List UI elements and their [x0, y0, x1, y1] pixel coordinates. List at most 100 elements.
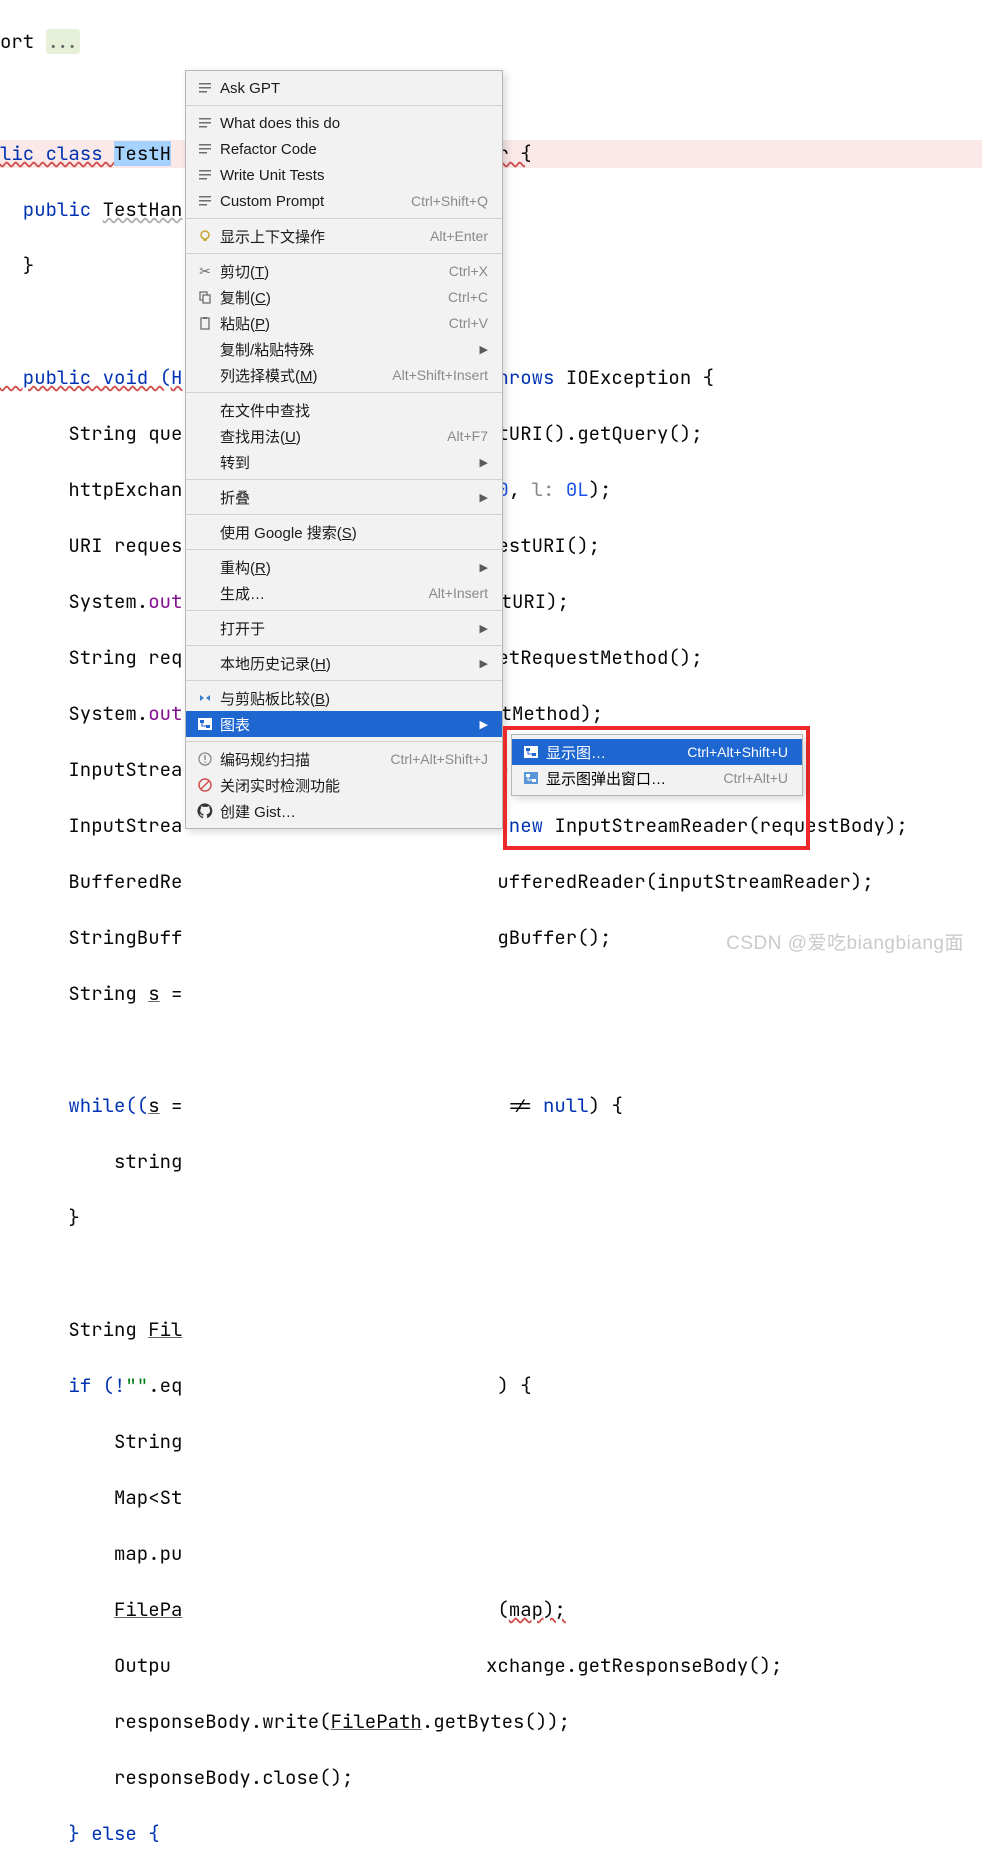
selection: TestH	[114, 141, 171, 166]
diagram-submenu[interactable]: 显示图…Ctrl+Alt+Shift+U显示图弹出窗口…Ctrl+Alt+U	[511, 734, 803, 796]
menu-label: 打开于	[216, 618, 472, 639]
menu-label: 编码规约扫描	[216, 749, 390, 770]
bulb-icon	[194, 228, 216, 244]
github-icon	[194, 803, 216, 819]
ctx-item-11[interactable]: 粘贴(P)Ctrl+V	[186, 310, 502, 336]
ctx-item-4[interactable]: Write Unit Tests	[186, 162, 502, 188]
submenu-arrow-icon: ▶	[480, 456, 488, 469]
ctx-item-19[interactable]: 折叠 ▶	[186, 484, 502, 510]
separator	[186, 392, 502, 393]
ctx-item-17[interactable]: 转到 ▶	[186, 449, 502, 475]
menu-label: 剪切(T)	[216, 261, 449, 282]
shortcut: Alt+Shift+Insert	[392, 367, 488, 383]
ctx-item-33[interactable]: 编码规约扫描Ctrl+Alt+Shift+J	[186, 746, 502, 772]
separator	[186, 741, 502, 742]
menu-label: 粘贴(P)	[216, 313, 449, 334]
ctx-item-34[interactable]: 关闭实时检测功能	[186, 772, 502, 798]
paste-icon	[194, 315, 216, 331]
menu-label: 关闭实时检测功能	[216, 775, 488, 796]
code-text: ort	[0, 29, 46, 54]
menu-label: 显示图…	[542, 742, 687, 763]
separator	[186, 549, 502, 550]
menu-label: What does this do	[216, 115, 488, 132]
shortcut: Ctrl+V	[449, 315, 488, 331]
sub-item-0[interactable]: 显示图…Ctrl+Alt+Shift+U	[512, 739, 802, 765]
menu-label: Refactor Code	[216, 141, 488, 158]
menu-label: 创建 Gist…	[216, 801, 488, 822]
separator	[186, 680, 502, 681]
sub-item-1[interactable]: 显示图弹出窗口…Ctrl+Alt+U	[512, 765, 802, 791]
list-icon	[194, 141, 216, 157]
ctx-item-10[interactable]: 复制(C)Ctrl+C	[186, 284, 502, 310]
ctx-item-24[interactable]: 生成…Alt+Insert	[186, 580, 502, 606]
ctx-item-16[interactable]: 查找用法(U)Alt+F7	[186, 423, 502, 449]
ctx-item-23[interactable]: 重构(R)▶	[186, 554, 502, 580]
diagram-icon	[520, 770, 542, 786]
menu-label: 转到	[216, 452, 472, 473]
list-icon	[194, 115, 216, 131]
compare-icon	[194, 690, 216, 706]
fold-ellipsis[interactable]: ...	[46, 29, 80, 54]
separator	[186, 514, 502, 515]
ctx-item-26[interactable]: 打开于 ▶	[186, 615, 502, 641]
ctx-item-28[interactable]: 本地历史记录(H) ▶	[186, 650, 502, 676]
ctx-item-2[interactable]: What does this do	[186, 110, 502, 136]
menu-label: 复制(C)	[216, 287, 448, 308]
warn-icon	[194, 751, 216, 767]
menu-label: Write Unit Tests	[216, 167, 488, 184]
menu-label: 显示上下文操作	[216, 226, 430, 247]
shortcut: Ctrl+C	[448, 289, 488, 305]
copy-icon	[194, 289, 216, 305]
menu-label: 本地历史记录(H)	[216, 653, 472, 674]
shortcut: Alt+F7	[447, 428, 488, 444]
menu-label: Ask GPT	[216, 80, 488, 97]
separator	[186, 253, 502, 254]
menu-label: 在文件中查找	[216, 400, 488, 421]
submenu-arrow-icon: ▶	[480, 622, 488, 635]
ctx-item-0[interactable]: Ask GPT	[186, 75, 502, 101]
ctx-item-9[interactable]: ✂剪切(T)Ctrl+X	[186, 258, 502, 284]
menu-label: 生成…	[216, 583, 428, 604]
code-text: lic class	[0, 141, 114, 166]
ctx-item-12[interactable]: 复制/粘贴特殊 ▶	[186, 336, 502, 362]
submenu-arrow-icon: ▶	[480, 718, 488, 731]
separator	[186, 479, 502, 480]
menu-label: Custom Prompt	[216, 193, 411, 210]
menu-label: 列选择模式(M)	[216, 365, 392, 386]
diagram-icon	[194, 716, 216, 732]
watermark: CSDN @爱吃biangbiang面	[726, 928, 964, 955]
shortcut: Ctrl+Shift+Q	[411, 193, 488, 209]
shortcut: Ctrl+Alt+Shift+J	[390, 751, 488, 767]
submenu-arrow-icon: ▶	[480, 657, 488, 670]
ctx-item-7[interactable]: 显示上下文操作Alt+Enter	[186, 223, 502, 249]
diagram-icon	[520, 744, 542, 760]
menu-label: 图表	[216, 714, 472, 735]
separator	[186, 645, 502, 646]
ctx-item-31[interactable]: 图表 ▶	[186, 711, 502, 737]
ctx-item-30[interactable]: 与剪贴板比较(B)	[186, 685, 502, 711]
shortcut: Ctrl+Alt+Shift+U	[687, 744, 788, 760]
ctx-item-13[interactable]: 列选择模式(M)Alt+Shift+Insert	[186, 362, 502, 388]
stop-icon	[194, 777, 216, 793]
submenu-arrow-icon: ▶	[480, 561, 488, 574]
ctx-item-5[interactable]: Custom PromptCtrl+Shift+Q	[186, 188, 502, 214]
menu-label: 与剪贴板比较(B)	[216, 688, 488, 709]
separator	[186, 610, 502, 611]
menu-label: 使用 Google 搜索(S)	[216, 522, 488, 543]
menu-label: 折叠	[216, 487, 472, 508]
submenu-arrow-icon: ▶	[480, 491, 488, 504]
menu-label: 查找用法(U)	[216, 426, 447, 447]
shortcut: Ctrl+X	[449, 263, 488, 279]
ctx-item-21[interactable]: 使用 Google 搜索(S)	[186, 519, 502, 545]
ctx-item-15[interactable]: 在文件中查找	[186, 397, 502, 423]
context-menu[interactable]: Ask GPT What does this do Refactor Code Wri…	[185, 70, 503, 829]
menu-label: 复制/粘贴特殊	[216, 339, 472, 360]
submenu-arrow-icon: ▶	[480, 343, 488, 356]
list-icon	[194, 193, 216, 209]
ctx-item-3[interactable]: Refactor Code	[186, 136, 502, 162]
scissors-icon: ✂	[194, 263, 216, 280]
menu-label: 显示图弹出窗口…	[542, 768, 723, 789]
shortcut: Ctrl+Alt+U	[723, 770, 788, 786]
ctx-item-35[interactable]: 创建 Gist…	[186, 798, 502, 824]
list-icon	[194, 167, 216, 183]
